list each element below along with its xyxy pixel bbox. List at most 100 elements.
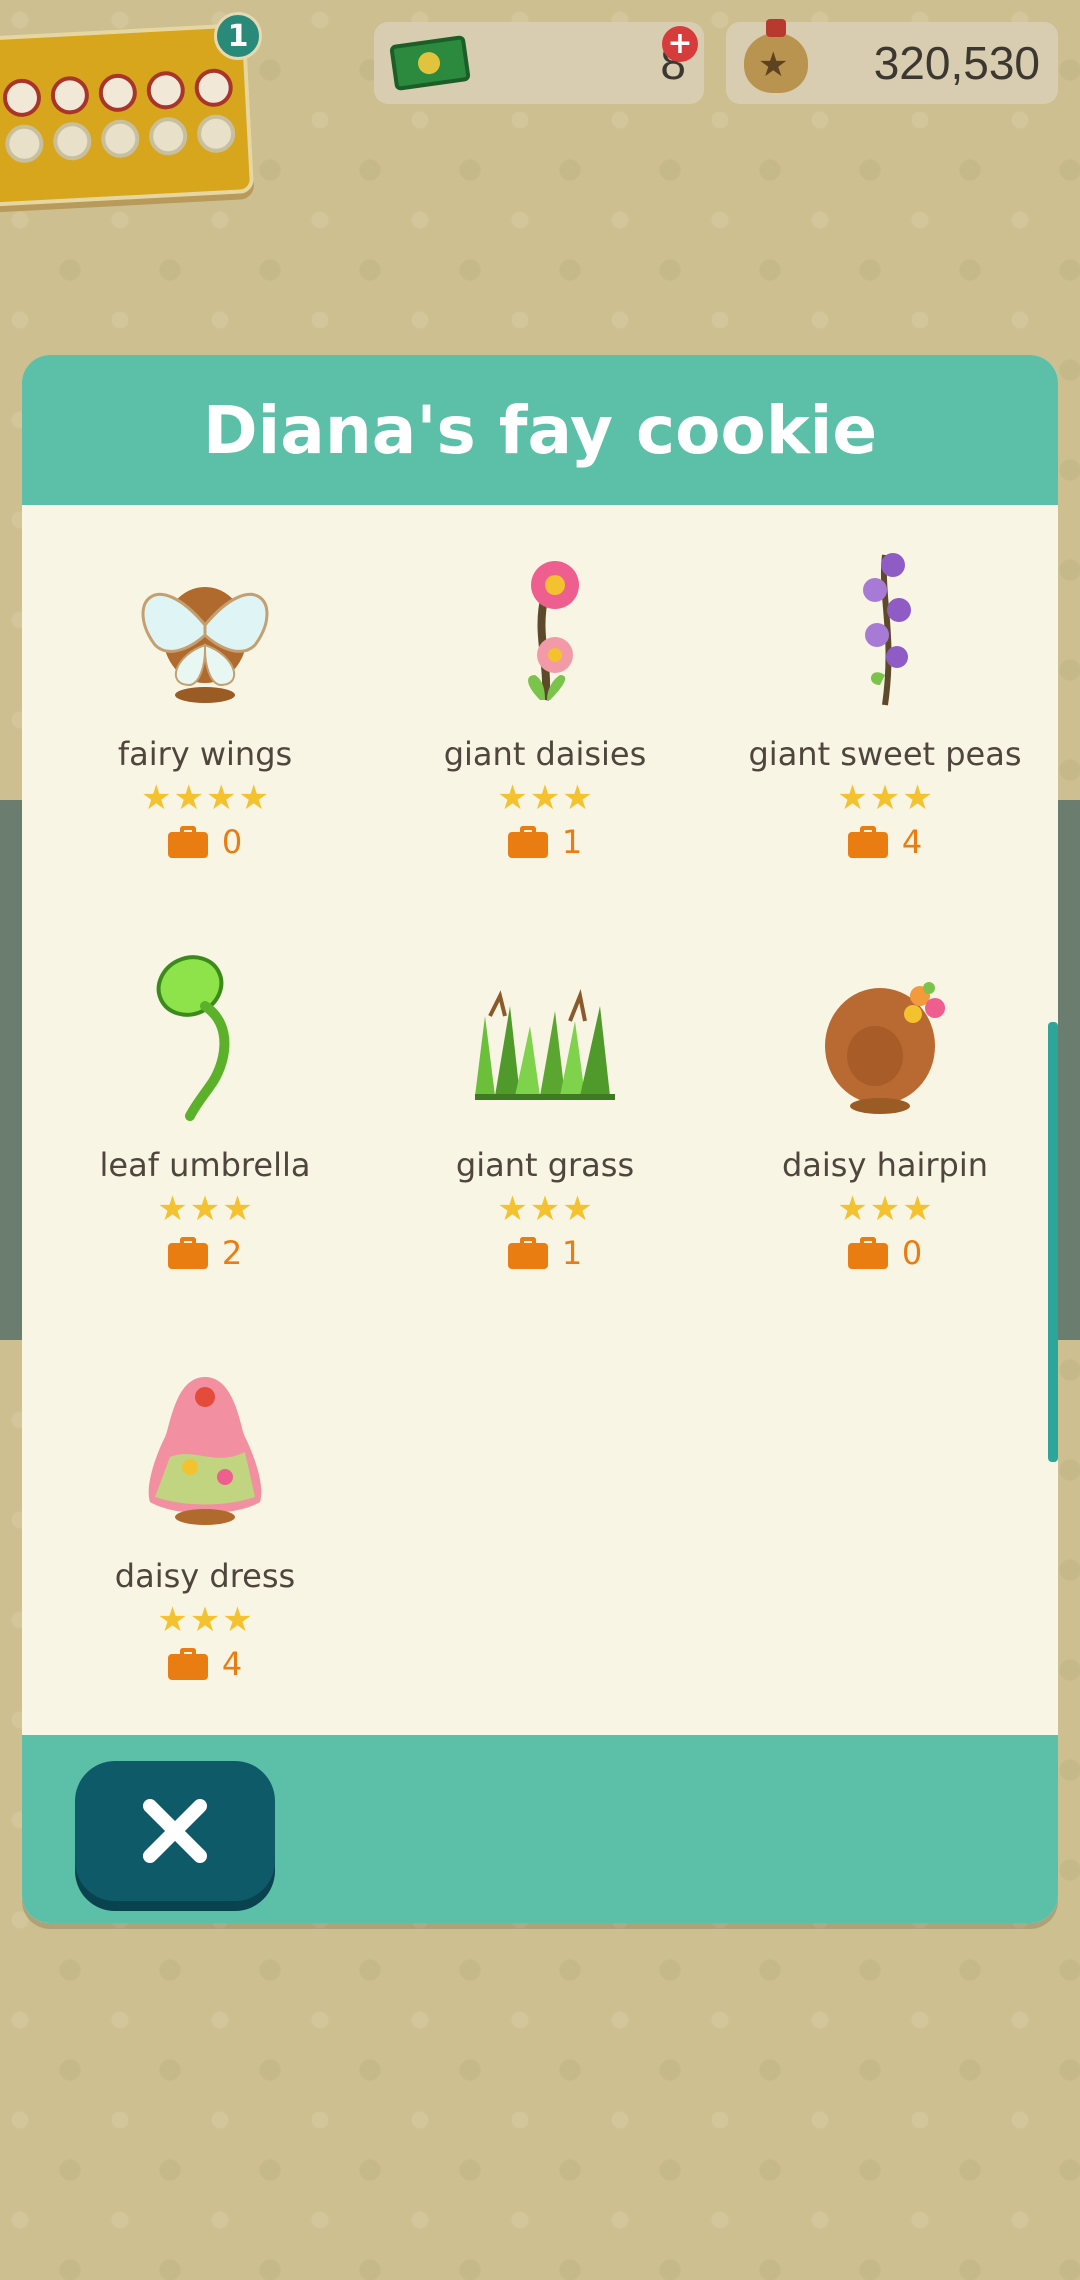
fairy-wings-icon xyxy=(115,535,295,715)
daisy-hairpin-icon xyxy=(795,946,975,1126)
star-icon: ★ xyxy=(497,1189,528,1229)
star-icon: ★ xyxy=(238,778,269,818)
owned-count: 1 xyxy=(507,823,583,861)
inventory-bag-icon xyxy=(167,1648,208,1680)
owned-count: 2 xyxy=(167,1234,243,1272)
daisy-dress-icon xyxy=(115,1357,295,1537)
star-icon: ★ xyxy=(206,778,237,818)
item-name: giant daisies xyxy=(443,735,647,773)
giant-sweet-peas-icon xyxy=(795,535,975,715)
owned-count-value: 1 xyxy=(561,1234,583,1272)
item-card[interactable]: giant grass ★ ★ ★ 1 xyxy=(375,926,715,1337)
item-card[interactable]: leaf umbrella ★ ★ ★ 2 xyxy=(35,926,375,1337)
background-panel-right xyxy=(1058,800,1080,1340)
stamp-icon xyxy=(2,77,42,118)
star-icon: ★ xyxy=(222,1189,253,1229)
bells-value: 320,530 xyxy=(873,37,1040,89)
star-icon: ★ xyxy=(902,778,933,818)
empty-stamp-icon xyxy=(196,113,237,154)
star-icon: ★ xyxy=(837,778,868,818)
leaf-umbrella-icon xyxy=(115,946,295,1126)
star-icon: ★ xyxy=(869,778,901,818)
owned-count-value: 0 xyxy=(221,823,243,861)
item-card[interactable]: daisy dress ★ ★ ★ 4 xyxy=(35,1337,375,1748)
star-icon: ★ xyxy=(157,1189,188,1229)
dialog-footer xyxy=(22,1735,1058,1923)
star-icon: ★ xyxy=(222,1600,253,1640)
star-icon: ★ xyxy=(157,1600,188,1640)
rarity-stars: ★ ★ ★ xyxy=(157,1192,252,1228)
scroll-indicator[interactable] xyxy=(1048,1022,1058,1462)
giant-daisies-icon xyxy=(455,535,635,715)
owned-count-value: 1 xyxy=(561,823,583,861)
owned-count-value: 4 xyxy=(221,1645,243,1683)
cookie-contents-dialog: Diana's fay cookie fairy wings ★ ★ ★ ★ 0 gian… xyxy=(22,355,1058,1923)
owned-count-value: 0 xyxy=(901,1234,923,1272)
item-name: giant grass xyxy=(455,1146,635,1184)
bell-bag-icon xyxy=(744,19,808,93)
stamp-icon xyxy=(193,67,234,108)
inventory-bag-icon xyxy=(167,1237,208,1269)
owned-count: 0 xyxy=(167,823,243,861)
inventory-bag-icon xyxy=(847,826,888,858)
dialog-title: Diana's fay cookie xyxy=(202,391,878,469)
star-icon: ★ xyxy=(189,1600,221,1640)
item-list: fairy wings ★ ★ ★ ★ 0 giant daisies ★ ★ ★ 1 giant… xyxy=(22,505,1058,1735)
rarity-stars: ★ ★ ★ xyxy=(157,1603,252,1639)
event-ticket-card[interactable] xyxy=(0,23,255,207)
item-card[interactable]: giant sweet peas ★ ★ ★ 4 xyxy=(715,515,1055,926)
close-button[interactable] xyxy=(75,1761,275,1901)
star-icon: ★ xyxy=(173,778,204,818)
stamp-icon xyxy=(49,75,90,116)
star-icon: ★ xyxy=(902,1189,933,1229)
close-icon xyxy=(143,1799,207,1863)
rarity-stars: ★ ★ ★ xyxy=(497,781,592,817)
star-icon: ★ xyxy=(529,1189,561,1229)
rarity-stars: ★ ★ ★ xyxy=(837,781,932,817)
item-card[interactable]: daisy hairpin ★ ★ ★ 0 xyxy=(715,926,1055,1337)
item-name: fairy wings xyxy=(117,735,293,773)
stamp-icon xyxy=(145,70,186,111)
empty-stamp-icon xyxy=(100,118,141,159)
owned-count-value: 2 xyxy=(221,1234,243,1272)
item-name: daisy dress xyxy=(114,1557,296,1595)
star-icon: ★ xyxy=(141,778,172,818)
item-grid: fairy wings ★ ★ ★ ★ 0 giant daisies ★ ★ ★ 1 giant… xyxy=(35,515,1058,1748)
ticket-count-badge: 1 xyxy=(214,12,262,60)
owned-count: 4 xyxy=(847,823,923,861)
item-card[interactable]: fairy wings ★ ★ ★ ★ 0 xyxy=(35,515,375,926)
leaf-ticket-counter[interactable]: 8 + xyxy=(374,22,704,104)
empty-stamp-icon xyxy=(52,121,93,162)
item-name: leaf umbrella xyxy=(99,1146,311,1184)
item-card[interactable]: giant daisies ★ ★ ★ 1 xyxy=(375,515,715,926)
star-icon: ★ xyxy=(869,1189,901,1229)
inventory-bag-icon xyxy=(167,826,208,858)
empty-stamp-icon xyxy=(148,116,189,157)
star-icon: ★ xyxy=(529,778,561,818)
giant-grass-icon xyxy=(455,946,635,1126)
rarity-stars: ★ ★ ★ xyxy=(837,1192,932,1228)
background-panel-left xyxy=(0,800,22,1340)
owned-count: 4 xyxy=(167,1645,243,1683)
owned-count: 1 xyxy=(507,1234,583,1272)
ticket-stamp-grid xyxy=(2,67,238,164)
star-icon: ★ xyxy=(837,1189,868,1229)
star-icon: ★ xyxy=(562,1189,593,1229)
stamp-icon xyxy=(97,72,138,113)
item-name: daisy hairpin xyxy=(781,1146,988,1184)
item-name: giant sweet peas xyxy=(748,735,1022,773)
star-icon: ★ xyxy=(497,778,528,818)
dialog-header: Diana's fay cookie xyxy=(22,355,1058,505)
add-leaf-tickets-icon[interactable]: + xyxy=(662,26,698,62)
star-icon: ★ xyxy=(189,1189,221,1229)
leaf-ticket-icon xyxy=(389,34,471,92)
inventory-bag-icon xyxy=(847,1237,888,1269)
empty-stamp-icon xyxy=(4,123,45,164)
inventory-bag-icon xyxy=(507,826,548,858)
inventory-bag-icon xyxy=(507,1237,548,1269)
star-icon: ★ xyxy=(562,778,593,818)
owned-count: 0 xyxy=(847,1234,923,1272)
owned-count-value: 4 xyxy=(901,823,923,861)
rarity-stars: ★ ★ ★ ★ xyxy=(141,781,269,817)
rarity-stars: ★ ★ ★ xyxy=(497,1192,592,1228)
